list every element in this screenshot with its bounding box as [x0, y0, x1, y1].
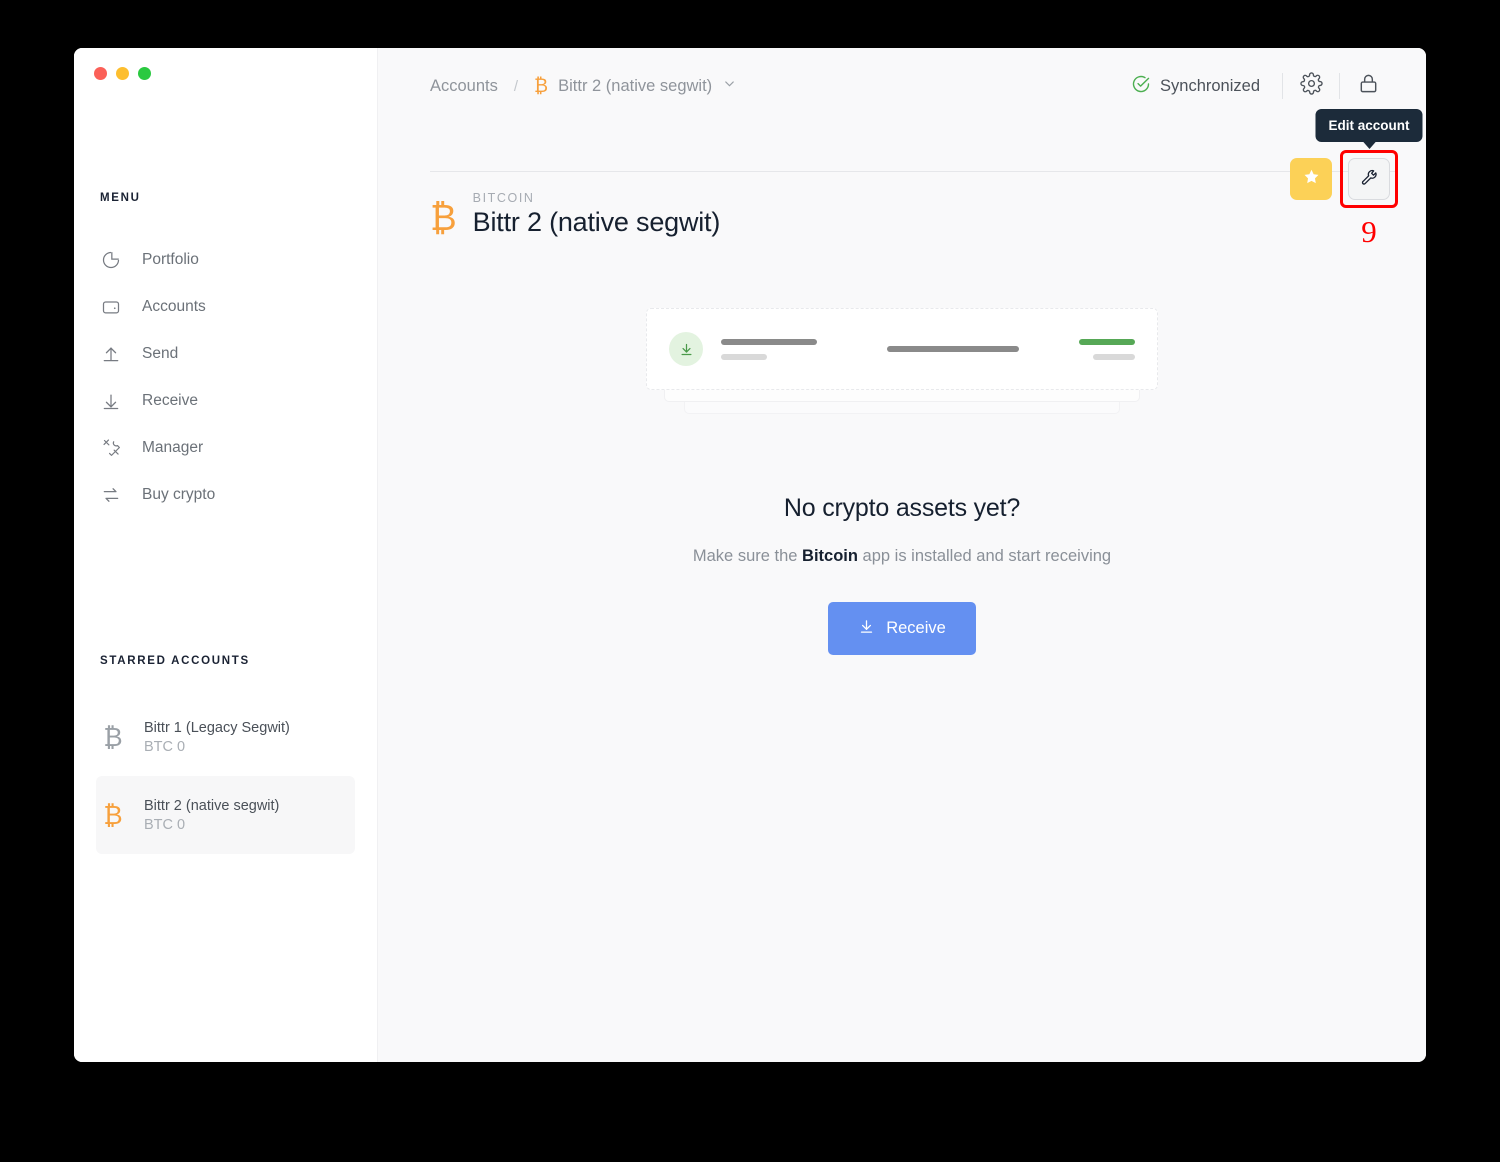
- starred-accounts-list: ₿ Bittr 1 (Legacy Segwit) BTC 0 ₿ Bittr …: [74, 698, 377, 854]
- swap-icon: [100, 484, 122, 506]
- arrow-down-icon: [858, 618, 875, 640]
- top-bar-right: Synchronized: [1131, 66, 1396, 106]
- top-bar: Accounts / ₿ Bittr 2 (native segwit) Syn…: [378, 48, 1426, 124]
- sidebar-menu-list: Portfolio Accounts Send Receive Manager …: [74, 236, 377, 518]
- sidebar-item-label: Send: [142, 344, 179, 362]
- placeholder-card-shadow-front: [664, 388, 1140, 402]
- placeholder-bar: [721, 353, 767, 360]
- header-divider: [430, 171, 1396, 172]
- placeholder-column-mid: [887, 346, 1019, 352]
- account-name: Bittr 2 (native segwit): [144, 797, 280, 814]
- sidebar-item-buy-crypto[interactable]: Buy crypto: [74, 471, 377, 518]
- receive-button[interactable]: Receive: [828, 602, 976, 655]
- settings-button[interactable]: [1283, 66, 1339, 106]
- sidebar-item-label: Buy crypto: [142, 485, 216, 503]
- close-window-button[interactable]: [94, 67, 107, 80]
- sidebar-item-label: Receive: [142, 391, 198, 409]
- placeholder-column-left: [721, 338, 817, 360]
- lock-button[interactable]: [1340, 66, 1396, 106]
- empty-state-title: No crypto assets yet?: [783, 494, 1021, 522]
- tools-icon: [100, 437, 122, 459]
- placeholder-illustration: [646, 308, 1158, 438]
- page-title: Bittr 2 (native segwit): [472, 207, 721, 237]
- placeholder-bar: [1093, 353, 1135, 360]
- account-currency-label: BITCOIN: [472, 191, 535, 205]
- maximize-window-button[interactable]: [138, 67, 151, 80]
- account-balance: BTC 0: [144, 738, 186, 755]
- highlight-step-number: 9: [1361, 214, 1377, 249]
- breadcrumb-current-account[interactable]: ₿ Bittr 2 (native segwit): [534, 76, 737, 96]
- empty-subtitle-prefix: Make sure the: [692, 547, 803, 565]
- lock-icon: [1357, 72, 1380, 100]
- placeholder-card: [646, 308, 1158, 390]
- gear-icon: [1299, 72, 1323, 100]
- sync-status-label: Synchronized: [1160, 76, 1260, 95]
- edit-account-wrapper: Edit account 9: [1315, 109, 1423, 249]
- sidebar-item-label: Portfolio: [142, 250, 199, 268]
- sidebar-item-manager[interactable]: Manager: [74, 424, 377, 471]
- tooltip-edit-account: Edit account: [1315, 109, 1423, 149]
- sidebar-item-portfolio[interactable]: Portfolio: [74, 236, 377, 283]
- breadcrumb-accounts[interactable]: Accounts: [430, 77, 498, 96]
- minimize-window-button[interactable]: [116, 67, 129, 80]
- chevron-down-icon: [722, 76, 737, 96]
- account-actions: Edit account 9: [1290, 109, 1423, 249]
- receive-badge-icon: [669, 332, 703, 366]
- edit-account-button[interactable]: [1348, 158, 1390, 200]
- app-window: MENU Portfolio Accounts Send Receive Man…: [74, 48, 1426, 1062]
- bitcoin-icon: ₿: [534, 75, 549, 97]
- wallet-icon: [100, 296, 122, 318]
- sidebar-item-label: Manager: [142, 438, 204, 456]
- empty-subtitle-suffix: app is installed and start receiving: [857, 547, 1112, 565]
- receive-button-label: Receive: [886, 619, 946, 637]
- sidebar: MENU Portfolio Accounts Send Receive Man…: [74, 48, 378, 1062]
- main-content: Accounts / ₿ Bittr 2 (native segwit) Syn…: [378, 48, 1426, 1062]
- star-icon: [1302, 167, 1321, 191]
- placeholder-bar: [887, 346, 1019, 352]
- placeholder-bar: [721, 338, 817, 345]
- sidebar-item-accounts[interactable]: Accounts: [74, 283, 377, 330]
- breadcrumb: Accounts / ₿ Bittr 2 (native segwit): [430, 76, 737, 96]
- account-header: ₿ BITCOIN Bittr 2 (native segwit): [430, 191, 720, 238]
- sidebar-item-send[interactable]: Send: [74, 330, 377, 377]
- account-balance: BTC 0: [144, 816, 186, 833]
- starred-accounts-section-label: STARRED ACCOUNTS: [100, 655, 250, 667]
- breadcrumb-separator: /: [513, 77, 519, 95]
- empty-state-subtitle: Make sure the Bitcoin app is installed a…: [693, 547, 1111, 566]
- account-name: Bittr 1 (Legacy Segwit): [144, 719, 290, 736]
- placeholder-column-right: [1079, 338, 1135, 360]
- sidebar-item-label: Accounts: [142, 297, 206, 315]
- bitcoin-icon: ₿: [430, 196, 457, 238]
- sidebar-item-receive[interactable]: Receive: [74, 377, 377, 424]
- empty-subtitle-bold: Bitcoin: [802, 547, 858, 565]
- star-account-button[interactable]: [1290, 158, 1332, 200]
- account-item-bittr-1[interactable]: ₿ Bittr 1 (Legacy Segwit) BTC 0: [96, 698, 355, 776]
- pie-chart-icon: [100, 249, 122, 271]
- placeholder-bar: [1079, 338, 1135, 345]
- window-traffic-lights: [94, 67, 151, 80]
- menu-section-label: MENU: [100, 192, 141, 204]
- arrow-down-icon: [100, 390, 122, 412]
- bitcoin-icon: ₿: [103, 722, 123, 752]
- wrench-icon: [1359, 167, 1379, 192]
- breadcrumb-current-label: Bittr 2 (native segwit): [558, 76, 713, 95]
- placeholder-card-shadow-back: [684, 400, 1120, 414]
- account-item-bittr-2[interactable]: ₿ Bittr 2 (native segwit) BTC 0: [96, 776, 355, 854]
- bitcoin-icon: ₿: [103, 800, 123, 830]
- arrow-up-icon: [100, 343, 122, 365]
- empty-state: No crypto assets yet? Make sure the Bitc…: [378, 308, 1426, 655]
- check-circle-icon: [1131, 74, 1151, 99]
- sync-status[interactable]: Synchronized: [1131, 74, 1260, 99]
